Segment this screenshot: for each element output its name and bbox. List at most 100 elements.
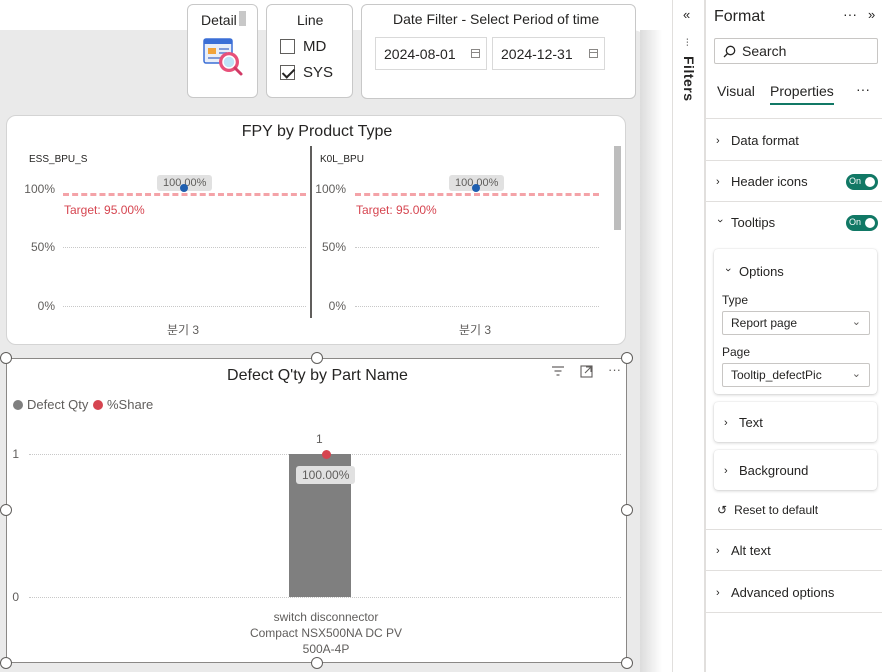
share-point[interactable] [322, 450, 331, 459]
alt-text-header[interactable]: › Alt text [716, 543, 771, 558]
legend-share: %Share [93, 397, 153, 412]
filter-icon[interactable] [551, 365, 565, 380]
resize-handle-bottom-right[interactable] [621, 657, 633, 669]
header-icons-label: Header icons [731, 174, 808, 189]
resize-handle-top-left[interactable] [0, 352, 12, 364]
resize-handle-bottom[interactable] [311, 657, 323, 669]
legend-defect-qty: Defect Qty [13, 397, 88, 412]
grid-line [355, 247, 599, 248]
fpy-point[interactable] [180, 184, 188, 192]
filters-label[interactable]: Filters [681, 56, 697, 102]
tabs-more-icon[interactable]: ··· [856, 81, 870, 97]
expand-chevron-icon[interactable]: » [868, 7, 875, 22]
calendar-icon[interactable] [471, 49, 480, 58]
chevron-right-icon: › [724, 416, 728, 429]
grid-line [29, 597, 621, 598]
report-canvas: Detail Line MD SYS Date Filter - Select … [0, 0, 672, 672]
target-label: Target: 95.00% [64, 203, 145, 217]
resize-handle-top[interactable] [311, 352, 323, 364]
sys-checkbox[interactable] [280, 64, 295, 80]
category-label-line2: Compact NSX500NA DC PV [249, 626, 403, 640]
tooltips-label: Tooltips [731, 215, 776, 230]
resize-handle-right[interactable] [621, 504, 633, 516]
alt-text-label: Alt text [731, 543, 771, 558]
filters-pane: « ⫶ Filters [672, 0, 705, 672]
end-date-input[interactable]: 2024-12-31 [492, 37, 605, 70]
background-card: › Background [714, 450, 877, 490]
data-format-header[interactable]: › Data format [716, 133, 799, 148]
data-format-label: Data format [731, 133, 799, 148]
resize-handle-top-right[interactable] [621, 352, 633, 364]
resize-handle-bottom-left[interactable] [0, 657, 12, 669]
section-data-format: › Data format [706, 119, 882, 161]
y-tick-0: 0 [12, 590, 19, 604]
y-tick-100: 100% [24, 182, 55, 196]
tooltips-toggle[interactable]: On [846, 215, 878, 231]
bar-value-label: 1 [316, 432, 323, 446]
grid-line [63, 247, 306, 248]
advanced-options-header[interactable]: › Advanced options [716, 585, 834, 600]
x-category-label: 분기 3 [459, 323, 492, 337]
type-dropdown[interactable]: Report page ⌄ [722, 311, 870, 335]
chevron-right-icon: › [716, 134, 720, 147]
type-value: Report page [731, 316, 798, 330]
start-date-input[interactable]: 2024-08-01 [375, 37, 487, 70]
search-placeholder: Search [742, 43, 787, 59]
fpy-chart-card[interactable]: FPY by Product Type ESS_BPU_S 100% 50% 0… [6, 115, 626, 345]
format-pane: Format ··· » Search Visual Properties ··… [705, 0, 889, 672]
defect-chart-title: Defect Q'ty by Part Name [227, 367, 408, 384]
resize-handle-left[interactable] [0, 504, 12, 516]
detail-button-card[interactable]: Detail [187, 4, 258, 98]
search-input[interactable]: Search [714, 38, 878, 64]
line-option-md[interactable]: MD [280, 36, 326, 56]
y-tick-50: 50% [30, 240, 55, 254]
tab-properties[interactable]: Properties [770, 83, 834, 105]
md-checkbox[interactable] [280, 38, 295, 54]
focus-mode-icon[interactable] [580, 365, 593, 381]
y-tick-50: 50% [321, 240, 346, 254]
report-magnifier-icon[interactable] [202, 37, 244, 82]
page-dropdown[interactable]: Tooltip_defectPic ⌄ [722, 363, 870, 387]
line-slicer: Line MD SYS [266, 4, 353, 98]
line-option-sys[interactable]: SYS [280, 62, 333, 82]
header-icons-toggle[interactable]: On [846, 174, 878, 190]
start-date-value: 2024-08-01 [384, 45, 456, 62]
header-icons-header[interactable]: › Header icons [716, 174, 808, 189]
category-label-line3: 500A-4P [302, 642, 350, 656]
collapse-chevron-icon[interactable]: « [683, 7, 690, 22]
target-line [63, 193, 306, 196]
tooltips-header[interactable]: › Tooltips [714, 215, 776, 230]
more-options-icon[interactable]: ··· [843, 6, 857, 22]
text-header[interactable]: › Text [724, 415, 763, 430]
background-label: Background [739, 463, 809, 478]
reset-to-default-link[interactable]: ↺ Reset to default [717, 503, 818, 517]
format-pane-title: Format [714, 8, 765, 25]
chevron-right-icon: › [724, 464, 728, 477]
fpy-point[interactable] [472, 184, 480, 192]
canvas-edge-shadow [640, 30, 662, 672]
tab-visual[interactable]: Visual [717, 83, 755, 99]
end-date-value: 2024-12-31 [501, 45, 573, 62]
facet-label-k0l: K0L_BPU [320, 154, 364, 165]
detail-scrollbar[interactable] [239, 11, 246, 26]
section-tooltips: › Tooltips On › Options Type Report page… [706, 202, 882, 530]
legend-swatch-gray [13, 399, 23, 410]
fpy-scrollbar[interactable] [614, 146, 621, 230]
defect-chart-card[interactable]: Defect Q'ty by Part Name ··· Defect Qty … [6, 358, 627, 663]
x-category-label: 분기 3 [167, 323, 200, 337]
calendar-icon[interactable] [589, 49, 598, 58]
chevron-down-icon: › [722, 267, 734, 272]
background-header[interactable]: › Background [724, 463, 808, 478]
sys-label: SYS [303, 63, 334, 81]
options-label: Options [739, 264, 784, 279]
y-tick-0: 0% [37, 299, 55, 313]
advanced-options-label: Advanced options [731, 585, 835, 600]
options-header[interactable]: › Options [722, 264, 784, 279]
more-options-icon[interactable]: ··· [608, 362, 621, 377]
chevron-right-icon: › [716, 586, 720, 599]
chevron-down-icon: ⌄ [851, 368, 861, 380]
md-label: MD [303, 37, 327, 55]
legend-swatch-red [93, 399, 103, 410]
category-label-line1: switch disconnector [273, 610, 379, 624]
chevron-down-icon: › [714, 218, 726, 223]
